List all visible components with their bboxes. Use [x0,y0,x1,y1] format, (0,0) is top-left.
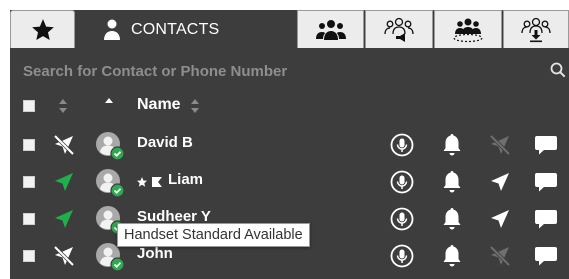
message-icon[interactable] [534,208,558,230]
status-tooltip: Handset Standard Available [117,223,310,247]
tab-contacts[interactable]: CONTACTS [76,10,296,48]
message-icon[interactable] [534,171,558,193]
ptt-mic-icon[interactable] [390,244,414,268]
table-row[interactable]: David B [10,127,569,163]
locate-action-disabled-icon[interactable] [488,244,512,268]
location-on-icon [55,210,73,228]
contact-name: David B [137,134,193,151]
sort-location-icon[interactable] [58,98,68,114]
person-icon [104,19,120,40]
row-checkbox[interactable] [23,139,35,151]
tab-groups[interactable] [297,10,364,48]
location-off-icon [53,245,75,267]
tab-bar: CONTACTS [10,10,569,50]
locate-action-disabled-icon[interactable] [488,133,512,157]
alert-bell-icon[interactable] [440,169,464,195]
group-download-icon [521,17,551,42]
row-checkbox[interactable] [23,213,35,225]
location-on-icon [55,173,73,191]
group-broadcast-icon [384,17,414,42]
search-bar [10,50,569,88]
avatar [96,169,125,198]
sort-status-up-icon[interactable] [104,97,114,105]
message-icon[interactable] [534,245,558,267]
locate-action-icon[interactable] [488,207,512,231]
alert-bell-icon[interactable] [440,132,464,158]
alert-bell-icon[interactable] [440,206,464,232]
contact-name: John [137,245,173,262]
ptt-mic-icon[interactable] [390,207,414,231]
location-off-icon [53,134,75,156]
locate-action-icon[interactable] [488,170,512,194]
table-row[interactable]: Liam [10,164,569,200]
select-all-checkbox[interactable] [23,100,35,112]
tab-favorites[interactable] [10,10,75,48]
flag-icon [152,177,162,187]
row-checkbox[interactable] [23,250,35,262]
star-icon [31,18,54,40]
alert-bell-icon[interactable] [440,243,464,269]
group-area-icon [453,18,483,42]
ptt-mic-icon[interactable] [390,170,414,194]
avatar [96,132,125,161]
favorite-star-icon [137,177,147,187]
table-header: Name [10,90,569,122]
message-icon[interactable] [534,134,558,156]
tab-area-groups[interactable] [434,10,502,48]
sort-name-icon[interactable] [190,98,200,114]
search-icon[interactable] [550,62,566,78]
name-column-header[interactable]: Name [137,96,181,114]
contact-name: Liam [168,171,204,188]
tab-import-groups[interactable] [503,10,569,48]
search-input[interactable] [10,58,555,84]
group-icon [315,19,346,40]
row-checkbox[interactable] [23,176,35,188]
ptt-mic-icon[interactable] [390,133,414,157]
tab-contacts-label: CONTACTS [131,20,220,38]
tab-broadcast-groups[interactable] [365,10,433,48]
